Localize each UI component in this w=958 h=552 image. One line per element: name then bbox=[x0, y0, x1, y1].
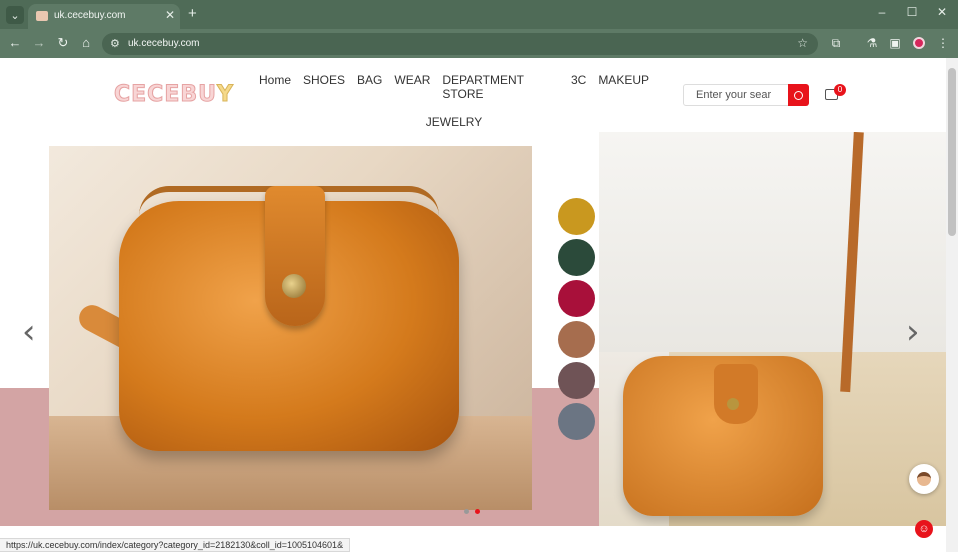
carousel-dots bbox=[464, 509, 480, 514]
carousel-dot[interactable] bbox=[464, 509, 469, 514]
swatch-slate[interactable] bbox=[558, 403, 595, 440]
link-status-bar: https://uk.cecebuy.com/index/category?ca… bbox=[0, 538, 351, 552]
page-scrollbar[interactable] bbox=[946, 58, 958, 552]
bag-small-tab bbox=[714, 364, 758, 424]
side-panel-icon[interactable]: ▣ bbox=[887, 36, 903, 50]
carousel-next-arrow-icon[interactable]: › bbox=[906, 312, 920, 352]
forward-icon[interactable]: → bbox=[31, 35, 47, 50]
hero-banner[interactable]: ‹ › bbox=[0, 132, 946, 526]
nav-item-jewelry[interactable]: JEWELRY bbox=[426, 115, 482, 129]
tab-close-icon[interactable]: ✕ bbox=[165, 8, 175, 22]
product-photo-model[interactable] bbox=[599, 132, 946, 526]
page-viewport: CECEBUY Home SHOES BAG WEAR DEPARTMENT S… bbox=[0, 58, 946, 552]
new-tab-icon[interactable]: + bbox=[188, 5, 197, 22]
nav-item-3c[interactable]: 3C bbox=[571, 73, 586, 101]
logo-text: CECEBU bbox=[114, 82, 217, 108]
site-logo[interactable]: CECEBUY bbox=[114, 82, 234, 108]
swatch-dark-green[interactable] bbox=[558, 239, 595, 276]
bookmark-star-icon[interactable]: ☆ bbox=[797, 36, 808, 50]
labs-flask-icon[interactable]: ⚗ bbox=[864, 36, 880, 50]
browser-toolbar: ← → ↻ ⌂ ⚙ uk.cecebuy.com ☆ ⧉ ⚗ ▣ ⋮ bbox=[0, 29, 958, 58]
nav-item-makeup[interactable]: MAKEUP bbox=[598, 73, 649, 101]
favicon-icon bbox=[36, 11, 48, 21]
nav-item-home[interactable]: Home bbox=[259, 73, 291, 101]
main-nav: Home SHOES BAG WEAR DEPARTMENT STORE 3C … bbox=[259, 73, 649, 131]
bag-stud bbox=[282, 274, 306, 298]
nav-item-wear[interactable]: WEAR bbox=[394, 73, 430, 101]
search-input[interactable]: Enter your sear bbox=[683, 84, 789, 106]
extensions-icon[interactable]: ⧉ bbox=[828, 36, 844, 51]
search-button[interactable] bbox=[788, 84, 809, 106]
tab-title: uk.cecebuy.com bbox=[54, 10, 126, 21]
scrollbar-thumb[interactable] bbox=[948, 68, 956, 236]
sweater bbox=[599, 132, 946, 352]
agent-avatar-icon bbox=[917, 472, 931, 486]
browser-menu-icon[interactable]: ⋮ bbox=[935, 36, 951, 50]
nav-item-department-store[interactable]: DEPARTMENT STORE bbox=[442, 73, 559, 101]
window-close-icon[interactable]: ✕ bbox=[932, 5, 952, 19]
tab-search-chevron-icon[interactable]: ⌄ bbox=[6, 6, 24, 24]
nav-item-shoes[interactable]: SHOES bbox=[303, 73, 345, 101]
swatch-mustard[interactable] bbox=[558, 198, 595, 235]
swatch-brown[interactable] bbox=[558, 321, 595, 358]
swatch-crimson[interactable] bbox=[558, 280, 595, 317]
help-float-icon[interactable]: ☺ bbox=[915, 520, 933, 538]
reload-icon[interactable]: ↻ bbox=[55, 35, 71, 51]
product-photo-bag[interactable] bbox=[49, 146, 532, 510]
home-icon[interactable]: ⌂ bbox=[78, 35, 94, 50]
support-chat-button[interactable] bbox=[909, 464, 939, 494]
minimize-icon[interactable]: – bbox=[872, 5, 892, 19]
back-icon[interactable]: ← bbox=[7, 35, 23, 50]
carousel-prev-arrow-icon[interactable]: ‹ bbox=[22, 312, 36, 352]
logo-text-accent: Y bbox=[216, 82, 234, 108]
search-icon bbox=[794, 90, 803, 100]
bag-small-stud bbox=[727, 398, 739, 410]
browser-tab-bar: ⌄ uk.cecebuy.com ✕ + – ☐ ✕ bbox=[0, 0, 958, 29]
cart-count-badge: 0 bbox=[834, 84, 846, 96]
address-url[interactable]: uk.cecebuy.com bbox=[128, 38, 200, 49]
swatch-mauve[interactable] bbox=[558, 362, 595, 399]
profile-avatar[interactable] bbox=[913, 37, 925, 49]
bag-tab bbox=[265, 186, 325, 326]
address-bar[interactable]: ⚙ uk.cecebuy.com ☆ bbox=[102, 33, 818, 55]
carousel-dot-active[interactable] bbox=[475, 509, 480, 514]
browser-tab[interactable]: uk.cecebuy.com ✕ bbox=[28, 4, 180, 29]
maximize-icon[interactable]: ☐ bbox=[902, 5, 922, 19]
nav-item-bag[interactable]: BAG bbox=[357, 73, 382, 101]
site-info-icon[interactable]: ⚙ bbox=[110, 37, 120, 50]
color-swatches bbox=[558, 198, 595, 444]
